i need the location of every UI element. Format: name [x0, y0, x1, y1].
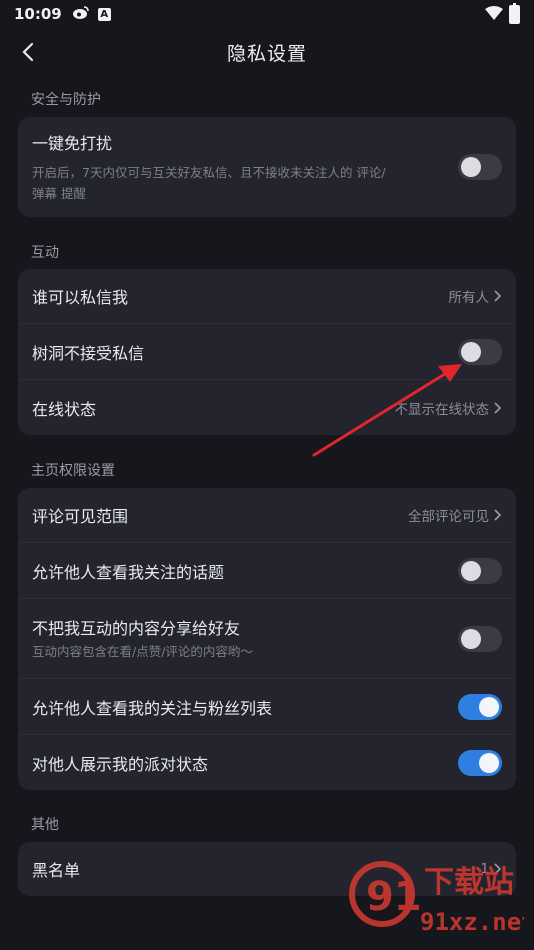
row-do-not-disturb[interactable]: 一键免打扰 开启后，7天内仅可与互关好友私信、且不接收未关注人的 评论/ 弹幕 … — [18, 117, 516, 217]
who-can-message-value: 所有人 — [448, 290, 490, 306]
row-allow-view-follow-list: 允许他人查看我的关注与粉丝列表 — [18, 679, 516, 735]
row-online-status[interactable]: 在线状态 不显示在线状态 — [18, 380, 516, 435]
online-status-label: 在线状态 — [32, 399, 97, 419]
nav-bar: 隐私设置 — [0, 30, 534, 74]
treehole-no-dm-label: 树洞不接受私信 — [32, 343, 145, 363]
chevron-right-icon — [494, 509, 502, 521]
no-share-text: 不把我互动的内容分享给好友 互动内容包含在看/点赞/评论的内容哟～ — [32, 615, 253, 662]
dnd-desc-line2: 弹幕 提醒 — [32, 186, 86, 201]
battery-icon — [509, 2, 520, 24]
a-badge-icon: A — [97, 7, 111, 21]
toggle-knob — [479, 752, 499, 773]
no-share-interactions-toggle[interactable] — [458, 625, 502, 652]
allow-view-topics-toggle[interactable] — [458, 557, 502, 584]
dnd-desc-line1: 开启后，7天内仅可与互关好友私信、且不接收未关注人的 评论/ — [32, 165, 386, 180]
allow-view-topics-label: 允许他人查看我关注的话题 — [32, 562, 225, 582]
card-interaction: 谁可以私信我 所有人 树洞不接受私信 在线状态 不显示在线状态 — [18, 269, 516, 435]
blacklist-label: 黑名单 — [32, 861, 81, 880]
allow-view-follow-list-toggle[interactable] — [458, 693, 502, 720]
status-icons-left: A — [72, 5, 111, 24]
row-allow-view-topics: 允许他人查看我关注的话题 — [18, 543, 516, 599]
section-label-security: 安全与防护 — [31, 92, 101, 108]
show-party-status-toggle[interactable] — [458, 749, 502, 776]
treehole-no-dm-toggle[interactable] — [458, 338, 502, 365]
online-status-value: 不显示在线状态 — [394, 401, 490, 418]
comment-scope-value-wrap: 全部评论可见 — [408, 505, 502, 525]
toggle-knob — [461, 341, 481, 362]
section-label-homepage: 主页权限设置 — [31, 463, 115, 479]
watermark-logo: 91 下载站 91xz.net — [344, 852, 534, 942]
wifi-icon — [485, 5, 503, 24]
who-can-message-label: 谁可以私信我 — [32, 288, 129, 307]
status-icons-right — [485, 2, 520, 24]
who-can-message-value-wrap: 所有人 — [449, 286, 503, 306]
watermark-text-top: 下载站 — [424, 865, 514, 900]
dnd-title: 一键免打扰 — [32, 134, 113, 153]
comment-scope-label: 评论可见范围 — [32, 507, 129, 526]
allow-view-follow-list-label: 允许他人查看我的关注与粉丝列表 — [32, 698, 273, 718]
dnd-toggle[interactable] — [458, 154, 502, 180]
weibo-icon — [72, 5, 90, 24]
toggle-knob — [461, 628, 481, 649]
dnd-text: 一键免打扰 开启后，7天内仅可与互关好友私信、且不接收未关注人的 评论/ 弹幕 … — [32, 130, 386, 204]
chevron-right-icon — [494, 401, 502, 414]
toggle-knob — [461, 157, 481, 177]
back-button[interactable] — [14, 38, 42, 66]
page-title: 隐私设置 — [226, 42, 307, 65]
comment-scope-value: 全部评论可见 — [408, 509, 489, 525]
row-no-share-interactions: 不把我互动的内容分享给好友 互动内容包含在看/点赞/评论的内容哟～ — [18, 599, 516, 679]
row-who-can-message[interactable]: 谁可以私信我 所有人 — [18, 269, 516, 324]
chevron-left-icon — [22, 42, 34, 62]
section-label-other: 其他 — [31, 817, 59, 833]
row-show-party-status: 对他人展示我的派对状态 — [18, 735, 516, 790]
online-status-value-wrap: 不显示在线状态 — [395, 398, 503, 418]
watermark-logo-mark: 91 — [366, 874, 422, 920]
row-treehole-no-dm: 树洞不接受私信 — [18, 324, 516, 380]
status-bar: 10:09 A — [0, 0, 534, 28]
card-homepage: 评论可见范围 全部评论可见 允许他人查看我关注的话题 不把我互动的内容分享给好友… — [18, 488, 516, 790]
status-time: 10:09 — [14, 5, 62, 23]
watermark-text-bottom: 91xz.net — [420, 908, 524, 936]
show-party-status-label: 对他人展示我的派对状态 — [32, 754, 209, 774]
chevron-right-icon — [494, 290, 502, 302]
toggle-knob — [461, 560, 481, 581]
no-share-desc: 互动内容包含在看/点赞/评论的内容哟～ — [32, 644, 253, 659]
card-security: 一键免打扰 开启后，7天内仅可与互关好友私信、且不接收未关注人的 评论/ 弹幕 … — [18, 117, 516, 217]
section-label-interaction: 互动 — [31, 245, 59, 261]
row-comment-scope[interactable]: 评论可见范围 全部评论可见 — [18, 488, 516, 543]
toggle-knob — [479, 696, 499, 717]
no-share-interactions-label: 不把我互动的内容分享给好友 — [32, 619, 241, 638]
